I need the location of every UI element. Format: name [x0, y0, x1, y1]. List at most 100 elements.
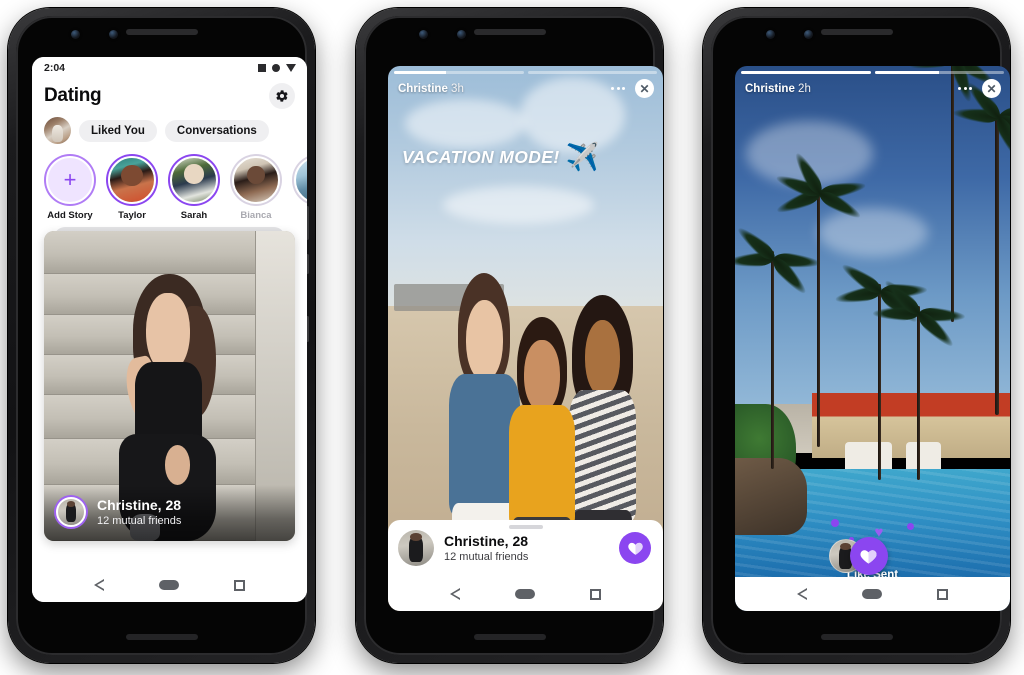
avatar[interactable]: [398, 530, 434, 566]
story-thumbnail: [294, 156, 307, 204]
profile-info: Christine, 28 12 mutual friends: [97, 497, 181, 526]
like-sent-confirmation: ♥ Like Sent: [735, 517, 1010, 581]
more-options-icon[interactable]: [611, 87, 625, 90]
home-icon[interactable]: [514, 589, 535, 599]
story-item-bianca[interactable]: Bianca: [230, 154, 282, 221]
android-nav-bar: [32, 568, 307, 602]
three-phone-mockup: 2:04 Dating Liked You Conversations + Ad…: [0, 0, 1024, 675]
plus-icon: +: [46, 156, 94, 204]
story-ring: [230, 154, 282, 206]
close-icon[interactable]: ✕: [635, 79, 654, 98]
progress-segment-2: [527, 71, 657, 74]
profile-bottom-sheet: Christine, 28 12 mutual friends: [388, 520, 663, 577]
earpiece-speaker: [473, 29, 546, 35]
like-button[interactable]: [849, 537, 888, 575]
profile-info: Christine, 28 12 mutual friends: [444, 533, 609, 564]
sensor-icon: [457, 30, 466, 39]
airplane-icon: ✈️: [565, 142, 600, 172]
story-ring[interactable]: [54, 495, 88, 529]
story-timestamp: 3h: [451, 82, 464, 95]
phone-bezel-1: 2:04 Dating Liked You Conversations + Ad…: [16, 16, 309, 655]
home-icon[interactable]: [861, 589, 882, 599]
story-header: Christine 2h ✕: [745, 79, 1001, 98]
card-stack: Christine, 28 12 mutual friends: [32, 225, 307, 568]
sparkle-dot-icon: [906, 523, 914, 530]
like-animation-area: ♥: [813, 517, 933, 575]
triangle-icon: [286, 64, 296, 72]
drag-handle[interactable]: [508, 525, 543, 529]
story-header: Christine 3h ✕: [398, 79, 654, 98]
close-icon[interactable]: ✕: [982, 79, 1001, 98]
progress-segment-1: [394, 71, 524, 74]
settings-button[interactable]: [269, 83, 295, 109]
profile-card-overlay: Christine, 28 12 mutual friends: [44, 485, 295, 541]
progress-segment-1: [741, 71, 871, 74]
gear-icon: [276, 90, 288, 102]
front-camera-icon: [766, 30, 775, 39]
phone-bezel-2: Christine 3h ✕ VACATION MODE! ✈️ Christi…: [364, 16, 663, 655]
story-label: Sarah: [180, 210, 208, 221]
phone-device-2: Christine 3h ✕ VACATION MODE! ✈️ Christi…: [356, 8, 663, 663]
story-item-taylor[interactable]: Taylor: [106, 154, 158, 221]
earpiece-speaker: [125, 29, 198, 35]
avatar[interactable]: [44, 117, 71, 144]
stories-row[interactable]: + Add Story Taylor Sarah Bianca: [32, 152, 307, 225]
recents-icon[interactable]: [937, 588, 949, 600]
app-header: Dating: [32, 79, 307, 111]
story-item-sarah[interactable]: Sarah: [168, 154, 220, 221]
profile-name: Christine, 28: [97, 497, 182, 514]
recents-icon[interactable]: [234, 579, 246, 591]
status-bar: 2:04: [32, 57, 307, 79]
sparkle-dot-icon: [830, 519, 839, 527]
status-icons: [258, 64, 296, 72]
story-item-add[interactable]: + Add Story: [44, 154, 96, 221]
mutual-friends-text: 12 mutual friends: [97, 514, 182, 527]
filter-chips-row: Liked You Conversations: [32, 111, 307, 152]
front-camera-icon: [71, 30, 80, 39]
earpiece-speaker: [820, 29, 893, 35]
chip-liked-you[interactable]: Liked You: [79, 119, 157, 142]
back-icon[interactable]: [449, 588, 460, 600]
bottom-speaker: [820, 634, 893, 640]
story-ring: [292, 154, 307, 206]
recents-icon[interactable]: [590, 588, 602, 600]
story-progress-bars: [741, 71, 1004, 74]
bottom-speaker: [473, 634, 546, 640]
front-camera-icon: [419, 30, 428, 39]
square-icon: [258, 64, 266, 72]
story-item-partial[interactable]: Sp: [292, 154, 307, 221]
phone-device-3: Christine 2h ✕ ♥ Like Sent: [703, 8, 1010, 663]
screen-dating-feed: 2:04 Dating Liked You Conversations + Ad…: [32, 57, 307, 602]
phone-device-1: 2:04 Dating Liked You Conversations + Ad…: [8, 8, 315, 663]
story-author[interactable]: Christine 2h: [745, 83, 811, 95]
back-icon[interactable]: [93, 579, 104, 591]
back-icon[interactable]: [796, 588, 807, 600]
story-thumbnail: [232, 156, 280, 204]
phone-bezel-3: Christine 2h ✕ ♥ Like Sent: [711, 16, 1010, 655]
progress-segment-2: [874, 71, 1004, 74]
story-label: Taylor: [118, 210, 146, 221]
heart-icon: [627, 542, 643, 555]
sensor-icon: [109, 30, 118, 39]
mutual-friends-text: 12 mutual friends: [444, 551, 529, 564]
home-icon[interactable]: [158, 580, 179, 590]
android-nav-bar: [388, 577, 663, 611]
chip-conversations[interactable]: Conversations: [164, 119, 269, 142]
like-button[interactable]: [619, 532, 651, 564]
story-label: Sp: [292, 210, 307, 221]
sensor-icon: [804, 30, 813, 39]
screen-story-viewer-beach: Christine 3h ✕ VACATION MODE! ✈️ Christi…: [388, 66, 663, 611]
more-options-icon[interactable]: [958, 87, 972, 90]
story-author[interactable]: Christine 3h: [398, 83, 464, 95]
like-row: [828, 537, 888, 575]
sticker-text: VACATION MODE!: [402, 147, 560, 167]
android-nav-bar: [735, 577, 1010, 611]
page-title: Dating: [44, 85, 102, 106]
circle-icon: [272, 64, 280, 72]
story-ring: +: [44, 154, 96, 206]
status-time: 2:04: [44, 62, 66, 74]
story-ring: [106, 154, 158, 206]
profile-card[interactable]: Christine, 28 12 mutual friends: [44, 231, 295, 541]
story-timestamp: 2h: [798, 82, 811, 95]
bottom-speaker: [125, 634, 198, 640]
